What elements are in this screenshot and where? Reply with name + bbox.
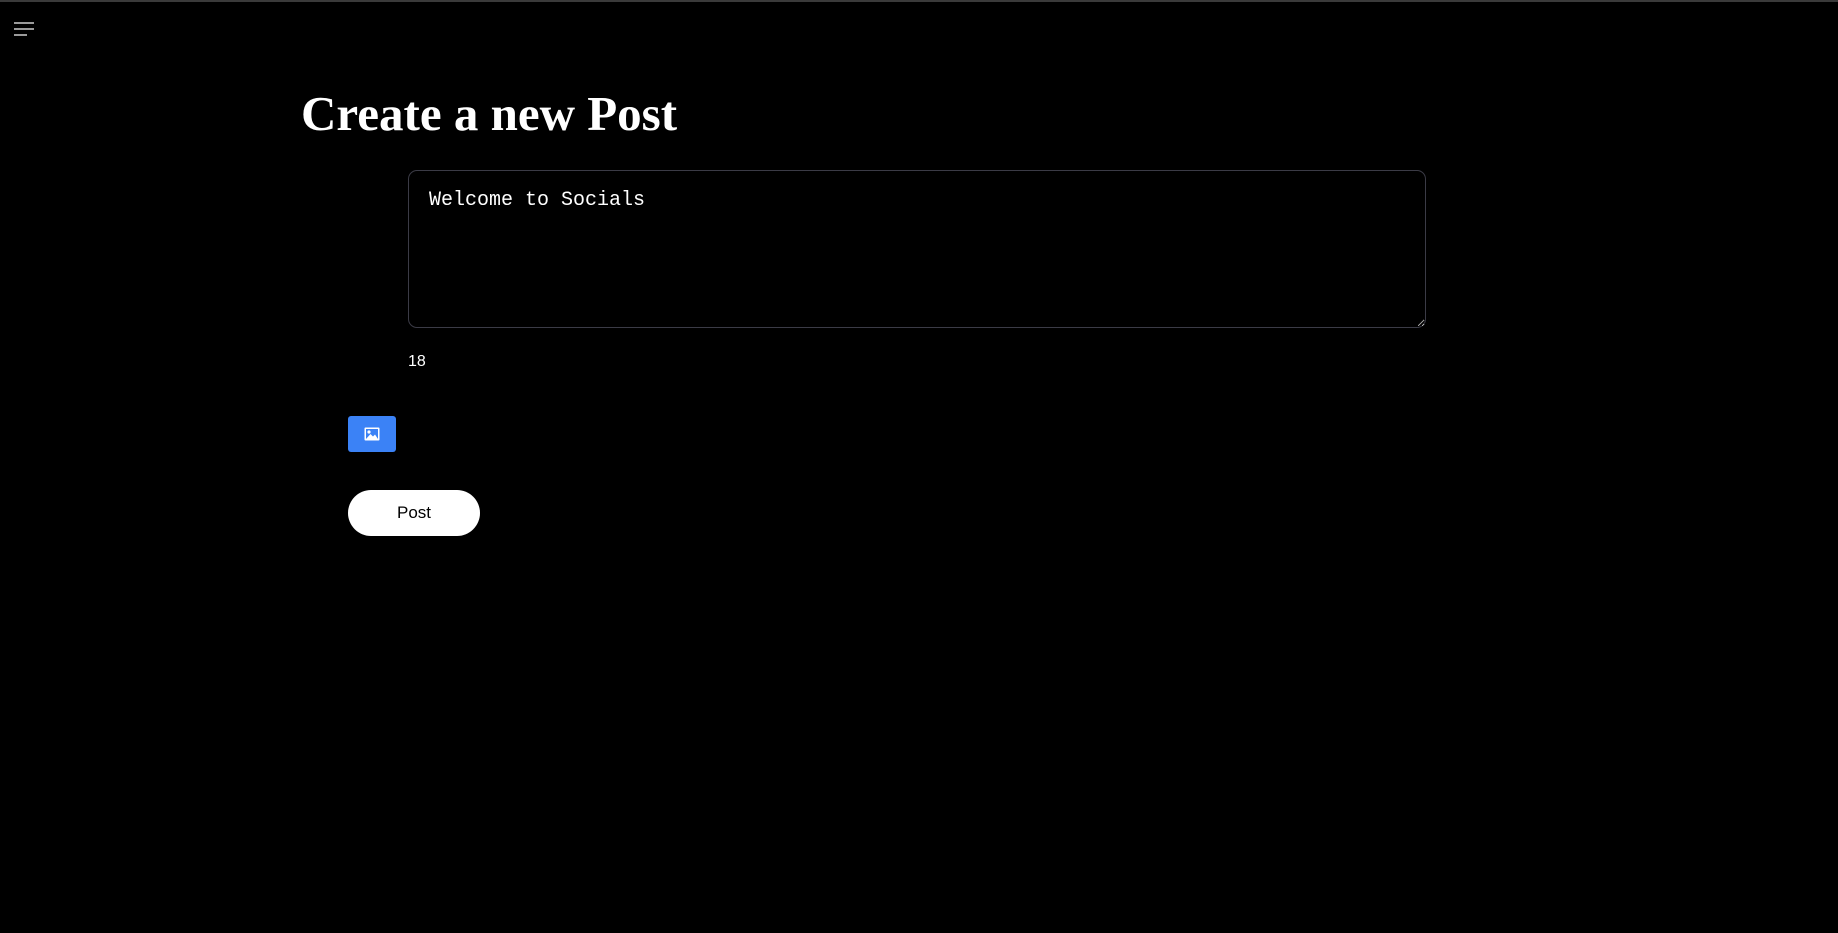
post-button[interactable]: Post <box>348 490 480 536</box>
add-image-button[interactable] <box>348 416 396 452</box>
page-title: Create a new Post <box>301 86 678 141</box>
image-icon <box>364 427 380 441</box>
window-top-border <box>0 0 1838 2</box>
character-count: 18 <box>408 353 426 370</box>
hamburger-menu-icon <box>14 22 34 36</box>
menu-button[interactable] <box>10 18 38 42</box>
post-textarea[interactable] <box>408 170 1426 328</box>
